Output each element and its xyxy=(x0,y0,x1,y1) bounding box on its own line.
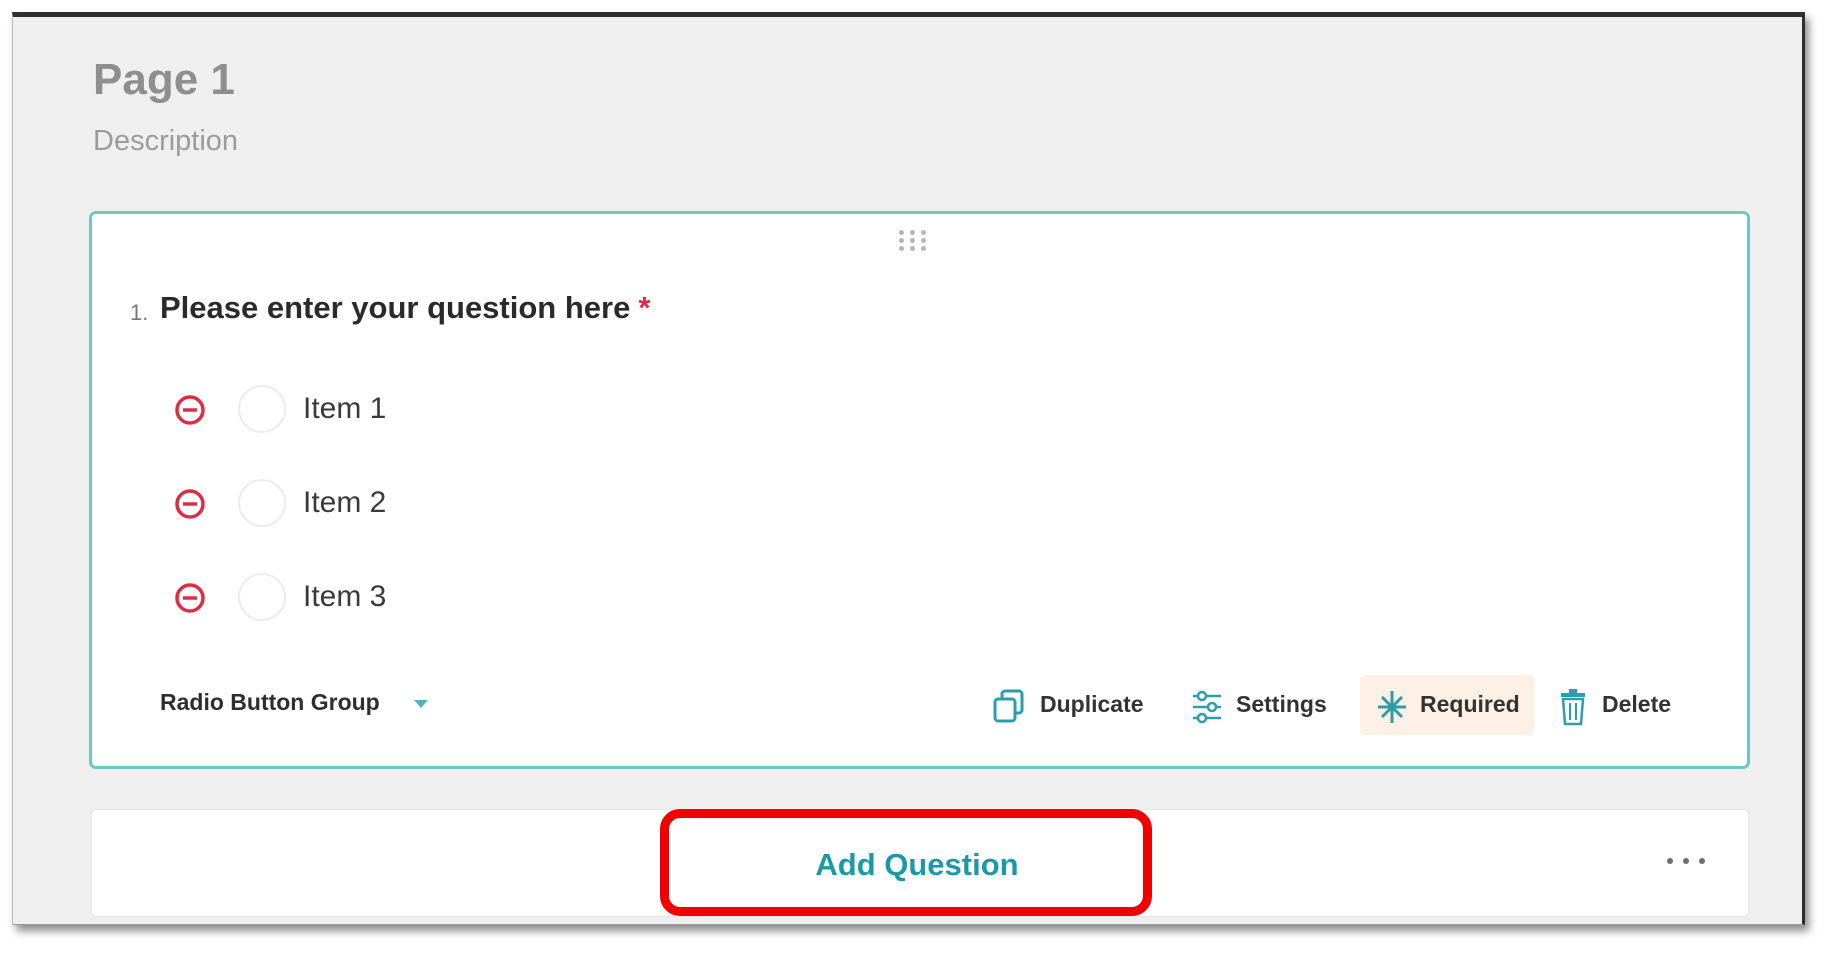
add-question-highlight xyxy=(660,809,1152,916)
survey-editor-window: Page 1 Description 1. Please enter your … xyxy=(12,12,1805,925)
choice-item: Item 2 xyxy=(172,474,572,534)
question-card[interactable]: 1. Please enter your question here * Item… xyxy=(89,211,1750,769)
radio-button[interactable] xyxy=(238,385,286,433)
duplicate-icon xyxy=(993,689,1024,723)
choice-item: Item 1 xyxy=(172,380,572,440)
chevron-down-icon[interactable] xyxy=(412,698,430,710)
page-title[interactable]: Page 1 xyxy=(93,55,235,105)
radio-button[interactable] xyxy=(238,479,286,527)
required-label: Required xyxy=(1420,691,1520,717)
question-title-text[interactable]: Please enter your question here xyxy=(160,290,630,325)
sliders-icon xyxy=(1193,690,1221,724)
required-toggle[interactable]: Required xyxy=(1360,675,1534,735)
duplicate-button[interactable]: Duplicate xyxy=(992,675,1152,735)
delete-label: Delete xyxy=(1602,691,1672,717)
remove-circle-icon[interactable] xyxy=(172,392,208,428)
radio-button[interactable] xyxy=(238,573,286,621)
page-description[interactable]: Description xyxy=(93,125,238,158)
choice-label[interactable]: Item 3 xyxy=(303,580,386,614)
choice-label[interactable]: Item 1 xyxy=(303,392,386,426)
remove-circle-icon[interactable] xyxy=(172,486,208,522)
question-title[interactable]: Please enter your question here * xyxy=(160,290,650,326)
choice-item: Item 3 xyxy=(172,568,572,628)
question-number: 1. xyxy=(130,300,149,325)
delete-button[interactable]: Delete xyxy=(1558,675,1688,735)
required-asterisk: * xyxy=(638,290,651,325)
drag-handle-icon[interactable] xyxy=(899,228,935,252)
duplicate-label: Duplicate xyxy=(1040,691,1144,717)
settings-button[interactable]: Settings xyxy=(1190,675,1340,735)
asterisk-icon xyxy=(1378,691,1406,723)
remove-circle-icon[interactable] xyxy=(172,580,208,616)
question-type-dropdown[interactable]: Radio Button Group xyxy=(160,689,380,716)
choice-label[interactable]: Item 2 xyxy=(303,486,386,520)
trash-icon xyxy=(1561,689,1585,726)
settings-label: Settings xyxy=(1236,691,1327,717)
more-horizontal-icon[interactable] xyxy=(1661,840,1711,880)
